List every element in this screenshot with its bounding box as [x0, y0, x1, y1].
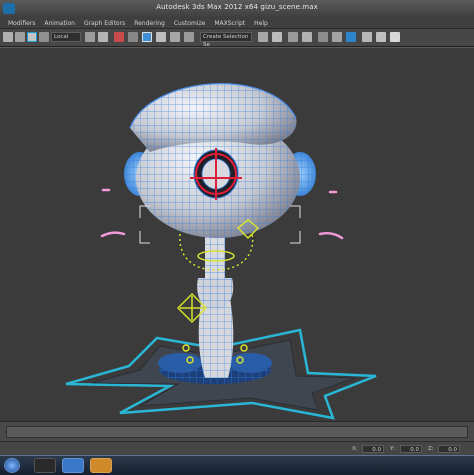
- rendered-frame-icon[interactable]: [376, 32, 386, 42]
- manipulate-icon[interactable]: [114, 32, 124, 42]
- z-coord-field[interactable]: 0.0: [438, 445, 460, 453]
- undo-icon[interactable]: [3, 32, 13, 42]
- pivot-icon[interactable]: [85, 32, 95, 42]
- y-coord-field[interactable]: 0.0: [400, 445, 422, 453]
- z-coord-label: Z:: [428, 446, 434, 452]
- align-icon[interactable]: [272, 32, 282, 42]
- move-icon[interactable]: [98, 32, 108, 42]
- keyboard-shortcut-icon[interactable]: [128, 32, 138, 42]
- window-title: Autodesk 3ds Max 2012 x64 gizu_scene.max: [156, 3, 318, 11]
- spinner-snap-icon[interactable]: [184, 32, 194, 42]
- menu-rendering[interactable]: Rendering: [134, 18, 165, 28]
- curve-editor-icon[interactable]: [318, 32, 328, 42]
- os-taskbar: [0, 455, 474, 475]
- select-object-icon[interactable]: [39, 32, 49, 42]
- menu-customize[interactable]: Customize: [174, 18, 206, 28]
- percent-snap-icon[interactable]: [170, 32, 180, 42]
- menu-graph-editors[interactable]: Graph Editors: [84, 18, 125, 28]
- x-coord-label: X:: [352, 446, 358, 452]
- scene-render: [65, 83, 377, 420]
- timeline-track[interactable]: [6, 426, 468, 438]
- windows-start-icon[interactable]: [4, 458, 20, 473]
- title-bar: Autodesk 3ds Max 2012 x64 gizu_scene.max: [0, 0, 474, 19]
- reference-coord-dropdown[interactable]: Local: [51, 32, 81, 42]
- main-toolbar: Local Create Selection Se: [0, 29, 474, 48]
- menu-maxscript[interactable]: MAXScript: [214, 18, 245, 28]
- mirror-icon[interactable]: [258, 32, 268, 42]
- graphite-toggle-icon[interactable]: [302, 32, 312, 42]
- menu-help[interactable]: Help: [254, 18, 268, 28]
- render-setup-icon[interactable]: [362, 32, 372, 42]
- snap-toggle-icon[interactable]: [142, 32, 152, 42]
- render-production-icon[interactable]: [390, 32, 400, 42]
- perspective-viewport[interactable]: [0, 47, 474, 422]
- body-mesh: [197, 278, 234, 378]
- angle-snap-icon[interactable]: [156, 32, 166, 42]
- browser-taskbar-icon[interactable]: [90, 458, 112, 473]
- redo-icon[interactable]: [15, 32, 25, 42]
- y-coord-label: Y:: [390, 446, 395, 452]
- time-slider: [0, 421, 474, 442]
- material-editor-icon[interactable]: [346, 32, 356, 42]
- explorer-taskbar-icon[interactable]: [62, 458, 84, 473]
- menu-animation[interactable]: Animation: [44, 18, 75, 28]
- 3ds-max-taskbar-icon[interactable]: [34, 458, 56, 473]
- menu-modifiers[interactable]: Modifiers: [8, 18, 35, 28]
- status-bar: X: 0.0 Y: 0.0 Z: 0.0: [0, 441, 474, 456]
- layer-manager-icon[interactable]: [288, 32, 298, 42]
- select-link-icon[interactable]: [27, 32, 37, 42]
- schematic-view-icon[interactable]: [332, 32, 342, 42]
- menu-bar: Modifiers Animation Graph Editors Render…: [0, 18, 474, 29]
- selection-set-dropdown[interactable]: Create Selection Se: [200, 32, 252, 48]
- x-coord-field[interactable]: 0.0: [362, 445, 384, 453]
